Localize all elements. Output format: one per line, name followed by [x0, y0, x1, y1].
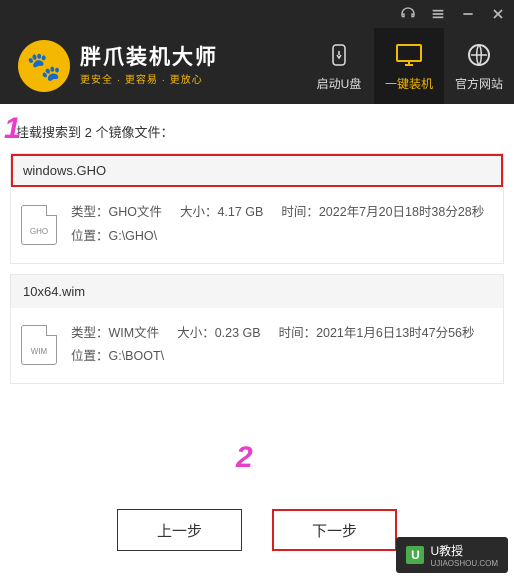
ie-icon: [466, 41, 492, 69]
next-button[interactable]: 下一步: [272, 509, 397, 551]
brand-subtitle: 更安全 · 更容易 · 更放心: [80, 71, 218, 86]
content-area: 挂载搜索到 2 个镜像文件： windows.GHO GHO 类型：GHO文件 …: [0, 104, 514, 406]
nav-one-click[interactable]: 一键装机: [374, 28, 444, 104]
nav: 启动U盘 一键装机 官方网站: [304, 28, 514, 104]
watermark-sub: UJIAOSHOU.COM: [430, 559, 498, 568]
brand-title: 胖爪装机大师: [80, 46, 218, 69]
file-location: 位置：G:\BOOT\: [71, 345, 493, 369]
nav-official-site[interactable]: 官方网站: [444, 28, 514, 104]
file-body: WIM 类型：WIM文件 大小：0.23 GB 时间：2021年1月6日13时4…: [11, 308, 503, 384]
monitor-icon: [394, 41, 424, 69]
file-icon: WIM: [21, 325, 57, 365]
titlebar: [0, 0, 514, 28]
header-main: 🐾 胖爪装机大师 更安全 · 更容易 · 更放心 启动U盘 一键装机 官方网站: [0, 28, 514, 104]
file-type: 类型：WIM文件: [71, 322, 159, 346]
nav-label: 启动U盘: [317, 75, 362, 92]
menu-icon[interactable]: [430, 6, 446, 22]
search-result-label: 挂载搜索到 2 个镜像文件：: [10, 116, 504, 153]
brand: 胖爪装机大师 更安全 · 更容易 · 更放心: [80, 46, 218, 86]
watermark: U U教授 UJIAOSHOU.COM: [396, 537, 508, 573]
file-time: 时间：2021年1月6日13时47分56秒: [279, 322, 475, 346]
nav-boot-usb[interactable]: 启动U盘: [304, 28, 374, 104]
app-header: 🐾 胖爪装机大师 更安全 · 更容易 · 更放心 启动U盘 一键装机 官方网站: [0, 0, 514, 104]
file-type: 类型：GHO文件: [71, 201, 162, 225]
file-icon: GHO: [21, 205, 57, 245]
file-location: 位置：G:\GHO\: [71, 225, 493, 249]
nav-label: 官方网站: [455, 75, 503, 92]
logo-icon: 🐾: [18, 40, 70, 92]
annotation-2: 2: [236, 441, 253, 475]
file-name: 10x64.wim: [11, 275, 503, 308]
prev-button[interactable]: 上一步: [117, 509, 242, 551]
headset-icon[interactable]: [400, 6, 416, 22]
file-info: 类型：GHO文件 大小：4.17 GB 时间：2022年7月20日18时38分2…: [71, 201, 493, 249]
file-info: 类型：WIM文件 大小：0.23 GB 时间：2021年1月6日13时47分56…: [71, 322, 493, 370]
close-icon[interactable]: [490, 6, 506, 22]
watermark-text: U教授: [430, 544, 463, 558]
minimize-icon[interactable]: [460, 6, 476, 22]
nav-label: 一键装机: [385, 75, 433, 92]
file-time: 时间：2022年7月20日18时38分28秒: [281, 201, 484, 225]
watermark-icon: U: [406, 546, 424, 564]
file-size: 大小：0.23 GB: [177, 322, 260, 346]
file-name: windows.GHO: [11, 154, 503, 187]
file-body: GHO 类型：GHO文件 大小：4.17 GB 时间：2022年7月20日18时…: [11, 187, 503, 263]
file-size: 大小：4.17 GB: [180, 201, 263, 225]
file-item[interactable]: 10x64.wim WIM 类型：WIM文件 大小：0.23 GB 时间：202…: [10, 274, 504, 385]
usb-icon: [327, 41, 351, 69]
file-item[interactable]: windows.GHO GHO 类型：GHO文件 大小：4.17 GB 时间：2…: [10, 153, 504, 264]
